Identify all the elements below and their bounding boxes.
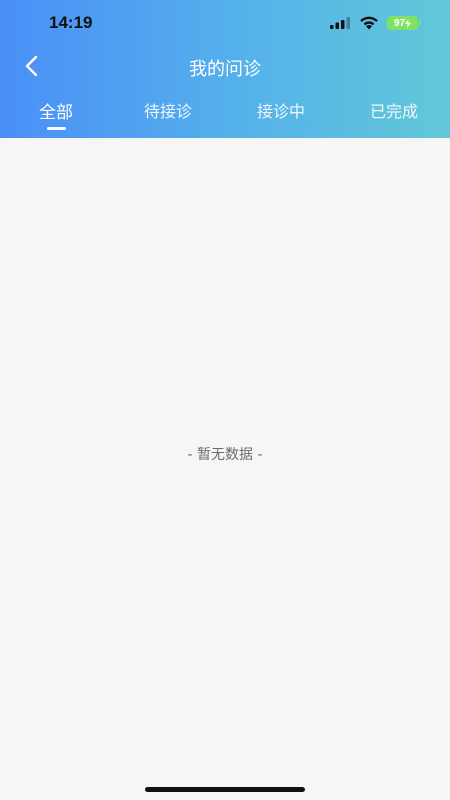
signal-icon [330, 17, 350, 29]
page-title: 我的问诊 [189, 59, 261, 80]
header: 14:19 97 我的问诊 全部 待接诊 接诊中 已完成 [0, 0, 450, 138]
home-indicator[interactable] [145, 787, 305, 792]
tab-bar: 全部 待接诊 接诊中 已完成 [0, 98, 450, 134]
tab-in-consultation[interactable]: 接诊中 [225, 98, 337, 122]
empty-state-text: - 暂无数据 - [187, 447, 263, 463]
active-tab-indicator [47, 127, 66, 130]
wifi-icon [360, 16, 378, 30]
status-time: 14:19 [49, 13, 93, 32]
tab-completed[interactable]: 已完成 [338, 98, 450, 122]
consultation-list: - 暂无数据 - [0, 138, 450, 800]
battery-charging-icon: 97 [387, 16, 421, 30]
tab-pending[interactable]: 待接诊 [112, 98, 224, 122]
tab-all[interactable]: 全部 [0, 98, 112, 123]
bolt-icon [405, 18, 412, 28]
status-bar: 14:19 97 [0, 0, 450, 46]
nav-bar: 我的问诊 [0, 46, 450, 90]
battery-tip [419, 20, 421, 26]
battery-level: 97 [393, 17, 406, 29]
